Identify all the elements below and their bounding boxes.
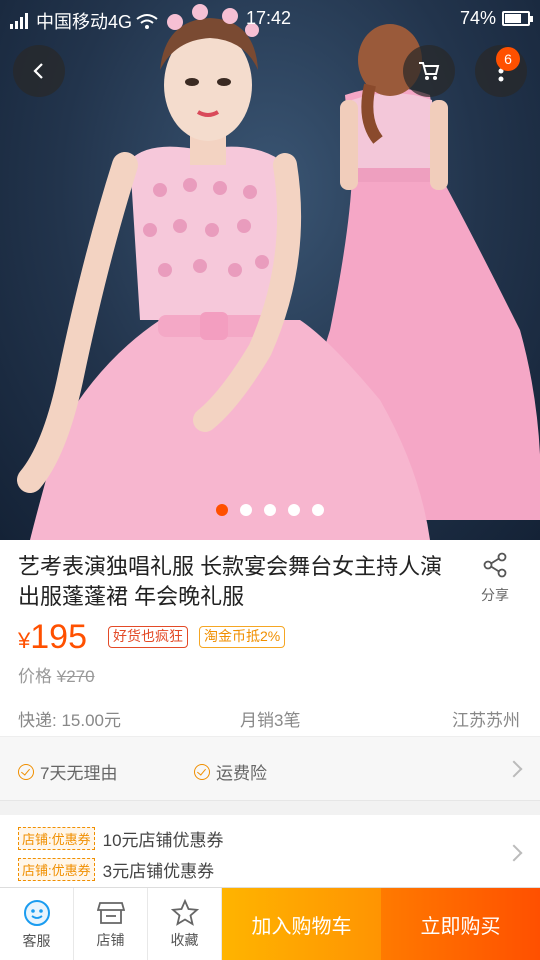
- cart-button[interactable]: [403, 45, 455, 97]
- original-price: 价格 ¥270: [18, 662, 95, 687]
- share-icon: [483, 552, 507, 578]
- gallery-dot[interactable]: [216, 504, 228, 516]
- product-image[interactable]: [0, 0, 540, 540]
- coupon-tag: 店铺:优惠券: [18, 827, 95, 850]
- favorite-button[interactable]: 收藏: [148, 888, 222, 960]
- signal-icon: [10, 13, 28, 29]
- gallery-dot[interactable]: [264, 504, 276, 516]
- currency-symbol: ¥: [18, 628, 31, 653]
- favorite-label: 收藏: [170, 932, 199, 948]
- share-label: 分享: [481, 587, 509, 603]
- coupon-item: 店铺:优惠券 3元店铺优惠券: [18, 857, 214, 882]
- coupon-item: 店铺:优惠券 10元店铺优惠券: [18, 826, 224, 851]
- service-label: 7天无理由: [40, 764, 118, 783]
- gallery-indicator: [216, 504, 324, 516]
- coupon-tag: 店铺:优惠券: [18, 858, 95, 881]
- cart-icon: [419, 62, 440, 80]
- service-guarantees[interactable]: 7天无理由 运费险: [0, 736, 540, 801]
- service-item: 7天无理由: [18, 759, 117, 784]
- original-price-value: ¥270: [56, 667, 95, 686]
- chevron-left-icon: [33, 63, 43, 79]
- coupon-text: 10元店铺优惠券: [102, 831, 224, 850]
- check-circle-icon: [18, 763, 34, 780]
- coin-tag: 淘金币抵2%: [199, 626, 286, 648]
- back-button[interactable]: [13, 45, 65, 97]
- shipping-fee: 快递: 15.00元: [18, 711, 121, 730]
- chevron-right-icon: [505, 760, 523, 778]
- customer-service-label: 客服: [22, 932, 51, 949]
- carrier-label: 中国移动4G: [36, 12, 133, 32]
- coupon-text: 3元店铺优惠券: [102, 862, 215, 881]
- chat-face-icon: [23, 899, 50, 926]
- ship-location: 江苏苏州: [452, 711, 520, 730]
- wifi-icon: [136, 14, 158, 29]
- buy-now-button[interactable]: 立即购买: [381, 888, 540, 960]
- gallery-dot[interactable]: [312, 504, 324, 516]
- customer-service-button[interactable]: 客服: [0, 888, 74, 960]
- price-value: 195: [30, 618, 87, 656]
- monthly-sales: 月销3笔: [240, 711, 301, 730]
- bottom-action-bar: 客服 店铺 收藏 加入购物车 立即购买: [0, 887, 540, 960]
- add-to-cart-button[interactable]: 加入购物车: [222, 888, 381, 960]
- chevron-right-icon: [505, 844, 523, 862]
- battery-percent: 74%: [459, 8, 496, 28]
- star-icon: [170, 899, 199, 926]
- clock: 17:42: [246, 8, 292, 28]
- battery-icon: [502, 11, 533, 26]
- share-button[interactable]: 分享: [470, 552, 520, 605]
- notification-badge: 6: [496, 47, 520, 71]
- status-bar: 中国移动4G 17:42 74%: [0, 0, 540, 38]
- product-title: 艺考表演独唱礼服 长款宴会舞台女主持人演出服蓬蓬裙 年会晚礼服: [18, 554, 443, 609]
- service-label: 运费险: [216, 764, 267, 783]
- price: ¥ 195: [18, 618, 87, 657]
- product-info: 艺考表演独唱礼服 长款宴会舞台女主持人演出服蓬蓬裙 年会晚礼服 分享 ¥ 195…: [0, 540, 540, 736]
- coupon-section[interactable]: 店铺:优惠券 10元店铺优惠券 店铺:优惠券 3元店铺优惠券: [0, 815, 540, 887]
- promo-tag: 好货也疯狂: [108, 626, 188, 648]
- product-photo-illustration: [17, 4, 540, 540]
- original-price-label: 价格: [18, 667, 52, 686]
- check-circle-icon: [194, 763, 210, 780]
- shop-label: 店铺: [96, 931, 125, 948]
- gallery-dot[interactable]: [288, 504, 300, 516]
- gallery-dot[interactable]: [240, 504, 252, 516]
- service-item: 运费险: [194, 759, 267, 784]
- shop-button[interactable]: 店铺: [74, 888, 148, 960]
- shop-icon: [96, 901, 125, 924]
